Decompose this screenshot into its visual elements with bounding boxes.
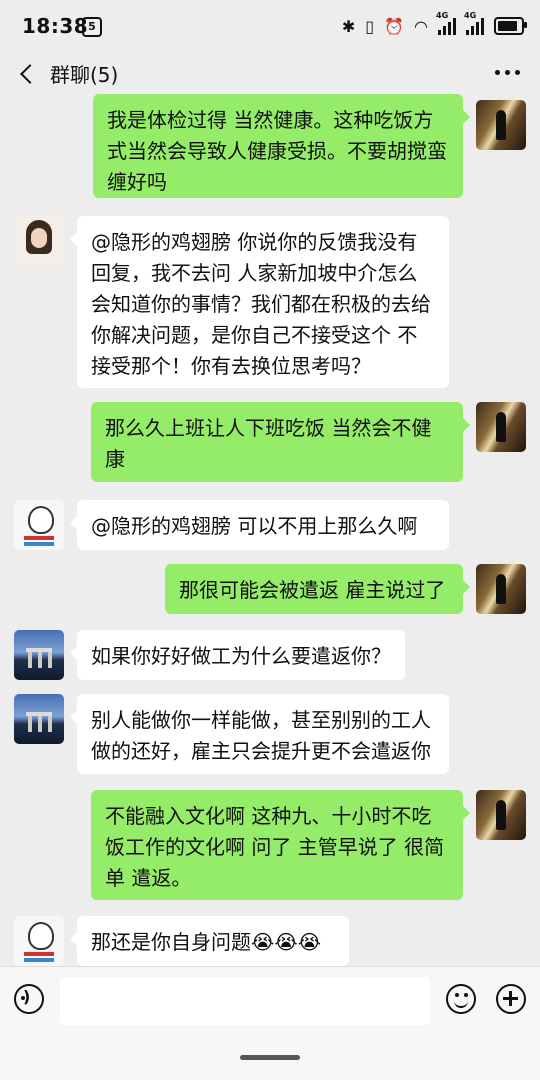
message-bubble[interactable]: 那么久上班让人下班吃饭 当然会不健 康	[91, 402, 470, 482]
alarm-icon: ⏰	[384, 16, 405, 36]
message-line: 那么久上班让人下班吃饭 当然会不健	[105, 416, 432, 440]
avatar[interactable]	[14, 630, 64, 680]
status-time: 18:38	[22, 14, 89, 38]
message-line: 我是体检过得 当然健康。这种吃饭方	[107, 108, 434, 132]
message-bubble[interactable]: @隐形的鸡翅膀 你说你的反馈我没有 回复，我不去问 人家新加坡中介怎么 会知道你…	[70, 216, 449, 388]
message-line: 式当然会导致人健康受损。不要胡搅蛮	[107, 139, 447, 163]
message-line: 接受那个！你有去换位思考吗？	[91, 354, 371, 378]
message-line: 单 遣返。	[105, 866, 192, 890]
message-line: 你解决问题，是你自己不接受这个 不	[91, 323, 418, 347]
avatar[interactable]	[476, 100, 526, 150]
message-line: 饭工作的文化啊 问了 主管早说了 很简	[105, 835, 445, 859]
message-line: 做的还好，雇主只会提升更不会遣返你	[91, 739, 431, 763]
back-chevron-icon[interactable]	[14, 58, 40, 88]
sim-icon: 5	[82, 17, 102, 37]
input-bar	[0, 966, 540, 1039]
message-line: 那还是你自身问题😭😭😭	[91, 930, 322, 954]
message-line: 康	[105, 447, 125, 471]
status-icons: ✱ ▯ ⏰ ◠ 4G 4G	[341, 11, 527, 38]
signal-icon-1: 4G	[436, 11, 456, 35]
avatar[interactable]	[476, 564, 526, 614]
signal-icon-2: 4G	[464, 11, 484, 35]
emoji-icon[interactable]	[446, 984, 476, 1014]
message-line: 如果你好好做工为什么要遣返你？	[91, 644, 391, 668]
chat-title: 群聊(5)	[50, 63, 119, 87]
message-input[interactable]	[60, 977, 430, 1025]
message-line: 回复，我不去问 人家新加坡中介怎么	[91, 261, 418, 285]
message-bubble[interactable]: 我是体检过得 当然健康。这种吃饭方 式当然会导致人健康受损。不要胡搅蛮 缠好吗	[93, 94, 470, 198]
message-bubble[interactable]: 那很可能会被遣返 雇主说过了	[165, 564, 470, 614]
avatar[interactable]	[14, 216, 64, 266]
message-line: 别人能做你一样能做，甚至别别的工人	[91, 708, 431, 732]
message-line: 缠好吗	[107, 170, 167, 194]
message-bubble[interactable]: 别人能做你一样能做，甚至别别的工人 做的还好，雇主只会提升更不会遣返你	[70, 694, 449, 774]
message-bubble[interactable]: 那还是你自身问题😭😭😭	[70, 916, 349, 966]
battery-icon	[494, 17, 527, 35]
vibrate-icon: ▯	[365, 16, 375, 36]
chat-header: 群聊(5)	[0, 52, 540, 94]
wifi-icon: ◠	[414, 16, 428, 36]
bluetooth-icon: ✱	[341, 16, 356, 36]
avatar[interactable]	[14, 500, 64, 550]
plus-icon[interactable]	[496, 984, 526, 1014]
message-line: @隐形的鸡翅膀 你说你的反馈我没有	[91, 230, 418, 254]
message-line: 不能融入文化啊 这种九、十小时不吃	[105, 804, 432, 828]
voice-icon[interactable]	[14, 984, 44, 1014]
message-bubble[interactable]: @隐形的鸡翅膀 可以不用上那么久啊	[70, 500, 449, 550]
avatar[interactable]	[476, 790, 526, 840]
status-bar: 18:38 5 ✱ ▯ ⏰ ◠ 4G 4G	[0, 0, 540, 52]
avatar[interactable]	[14, 916, 64, 966]
more-options-icon[interactable]	[495, 70, 520, 75]
message-list[interactable]: 我是体检过得 当然健康。这种吃饭方 式当然会导致人健康受损。不要胡搅蛮 缠好吗 …	[0, 94, 540, 966]
message-line: @隐形的鸡翅膀 可以不用上那么久啊	[91, 514, 418, 538]
avatar[interactable]	[14, 694, 64, 744]
home-indicator[interactable]	[240, 1055, 300, 1060]
avatar[interactable]	[476, 402, 526, 452]
message-bubble[interactable]: 不能融入文化啊 这种九、十小时不吃 饭工作的文化啊 问了 主管早说了 很简 单 …	[91, 790, 470, 900]
system-nav-bar	[0, 1038, 540, 1080]
message-line: 会知道你的事情？我们都在积极的去给	[91, 292, 431, 316]
message-bubble[interactable]: 如果你好好做工为什么要遣返你？	[70, 630, 405, 680]
message-line: 那很可能会被遣返 雇主说过了	[179, 578, 446, 602]
